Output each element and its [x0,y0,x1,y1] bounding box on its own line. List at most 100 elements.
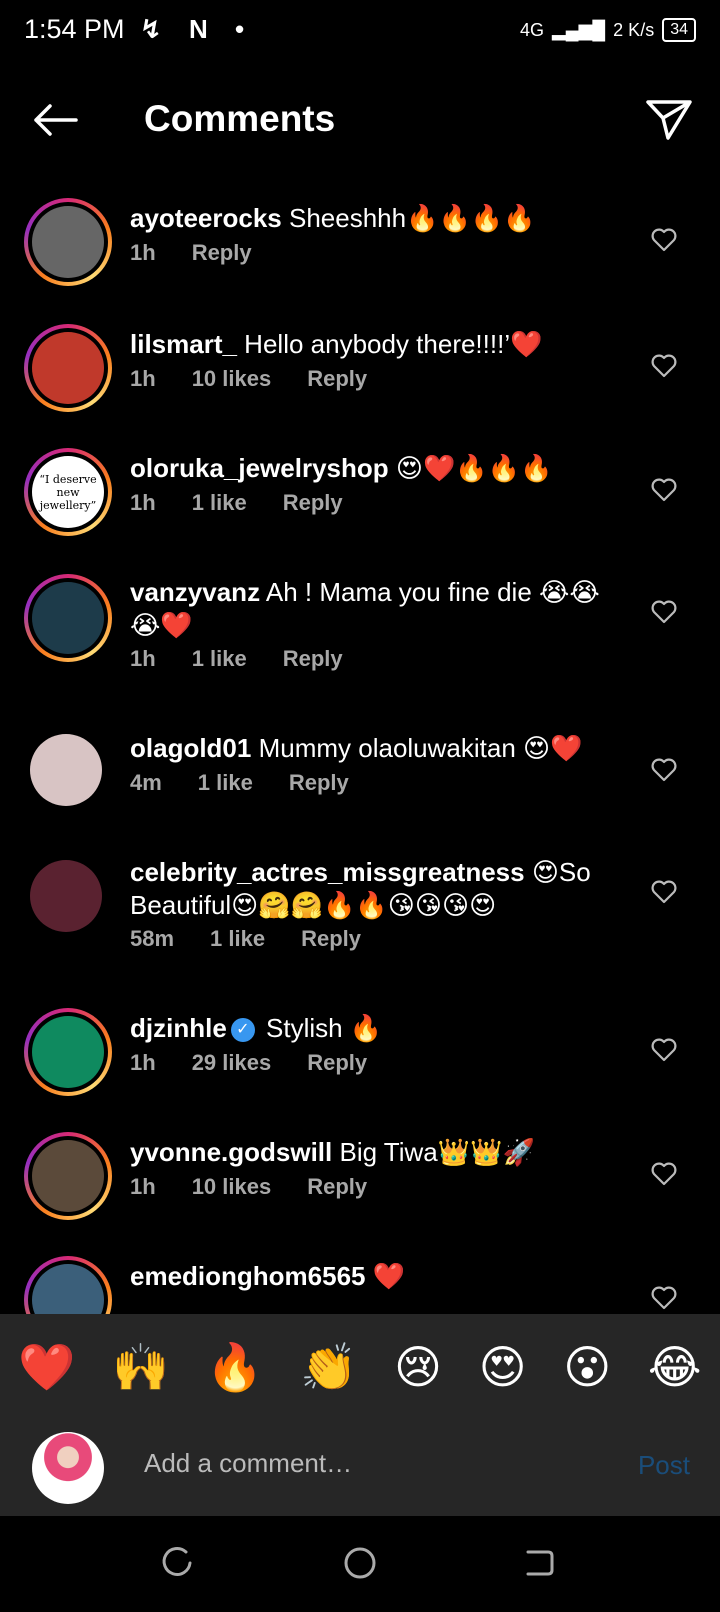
heart-icon[interactable] [650,1284,678,1312]
recents-icon[interactable] [160,1546,194,1580]
reply-button[interactable]: Reply [307,1174,367,1199]
comment-likes[interactable]: 29 likes [192,1050,272,1075]
comment-likes[interactable]: 10 likes [192,366,272,391]
reaction-emoji-button[interactable]: 🙌 [112,1340,169,1395]
comment-item: lilsmart_ Hello anybody there!!!!’❤️ 1h 10… [0,310,720,434]
comment-username[interactable]: djzinhle [130,1013,227,1043]
heart-icon[interactable] [650,1036,678,1064]
comment-item: “I deserve new jewellery” oloruka_jewelry… [0,434,720,558]
comment-text: vanzyvanz Ah ! Mama you fine die 😭😭😭❤️ [130,576,630,642]
comment-text: oloruka_jewelryshop 😍❤️🔥🔥🔥 [130,452,630,485]
back-arrow-icon[interactable] [30,100,80,140]
header: Comments [0,78,720,158]
comment-text: celebrity_actres_missgreatness 😍So Beaut… [130,856,630,922]
page-title: Comments [144,98,336,139]
heart-icon[interactable] [650,598,678,626]
comment-input[interactable]: Add a comment… [144,1448,352,1479]
comment-text: lilsmart_ Hello anybody there!!!!’❤️ [130,328,630,361]
comment-username[interactable]: vanzyvanz [130,577,260,607]
reply-button[interactable]: Reply [283,646,343,671]
comment-username[interactable]: ayoteerocks [130,203,282,233]
quick-reactions: ❤️ 🙌 🔥 👏 😢 😍 😮 😂 [0,1314,720,1420]
my-avatar [32,1432,104,1504]
avatar[interactable] [30,860,102,932]
comment-body: Big Tiwa👑👑🚀 [332,1137,535,1167]
comment-username[interactable]: celebrity_actres_missgreatness [130,857,525,887]
reaction-emoji-button[interactable]: ❤️ [18,1340,75,1395]
reply-button[interactable]: Reply [283,490,343,515]
comment-meta: 1h 1 like Reply [130,490,379,516]
comment-likes[interactable]: 1 like [210,926,265,951]
avatar[interactable] [24,198,112,286]
status-bar: 1:54 PM ↯ N • 4G ▂▄▆█ 2 K/s 34 [0,0,720,64]
comment-likes[interactable]: 1 like [198,770,253,795]
reply-button[interactable]: Reply [307,1050,367,1075]
nav-back-icon[interactable] [522,1546,556,1580]
avatar[interactable] [24,1132,112,1220]
reaction-emoji-button[interactable]: 😂 [648,1340,702,1394]
heart-icon[interactable] [650,1160,678,1188]
comment-time: 4m [130,770,162,795]
status-notification-icons: ↯ N • [140,14,255,44]
comment-time: 1h [130,646,156,671]
comment-body: Stylish 🔥 [258,1013,383,1043]
comment-time: 1h [130,366,156,391]
reaction-emoji-button[interactable]: 🔥 [206,1340,263,1395]
reply-button[interactable]: Reply [192,240,252,265]
heart-icon[interactable] [650,476,678,504]
reaction-emoji-button[interactable]: 👏 [300,1340,357,1395]
post-button[interactable]: Post [638,1450,690,1481]
comment-list[interactable]: ayoteerocks Sheeshhh🔥🔥🔥🔥 1h Reply lilsmart_… [0,184,720,1314]
avatar[interactable] [30,734,102,806]
comment-time: 1h [130,1174,156,1199]
heart-icon[interactable] [650,756,678,784]
comment-likes[interactable]: 1 like [192,646,247,671]
reaction-emoji-button[interactable]: 😢 [394,1340,442,1394]
comment-composer: Add a comment… Post [0,1420,720,1516]
comment-time: 58m [130,926,175,951]
heart-icon[interactable] [650,226,678,254]
comment-username[interactable]: olagold01 [130,733,251,763]
avatar[interactable] [24,1256,112,1314]
comment-item: vanzyvanz Ah ! Mama you fine die 😭😭😭❤️ 1h… [0,558,720,714]
comment-meta: 1h 29 likes Reply [130,1050,403,1076]
send-icon[interactable] [644,96,694,142]
reaction-emoji-button[interactable]: 😍 [479,1340,527,1394]
avatar[interactable] [24,324,112,412]
heart-icon[interactable] [650,878,678,906]
reaction-emoji-button[interactable]: 😮 [563,1340,611,1394]
reply-button[interactable]: Reply [289,770,349,795]
comment-likes[interactable]: 10 likes [192,1174,272,1199]
avatar[interactable] [24,574,112,662]
comment-item: celebrity_actres_missgreatness 😍So Beaut… [0,838,720,994]
heart-icon[interactable] [650,352,678,380]
comment-item: djzinhle ✓ Stylish 🔥 1h 29 likes Reply [0,994,720,1118]
comment-meta: 1h 1 like Reply [130,646,379,672]
comment-body: Hello anybody there!!!!’❤️ [236,329,543,359]
comment-meta: 4m 1 like Reply [130,770,385,796]
signal-icon: ▂▄▆█ [551,19,606,40]
comment-meta: 1h Reply [130,240,288,266]
comment-username[interactable]: emedionghom6565 [130,1261,366,1291]
status-time: 1:54 PM [24,14,125,44]
comment-text: yvonne.godswill Big Tiwa👑👑🚀 [130,1136,630,1169]
home-icon[interactable] [343,1546,377,1580]
comment-time: 1h [130,240,156,265]
avatar[interactable]: “I deserve new jewellery” [24,448,112,536]
avatar[interactable] [24,1008,112,1096]
data-speed: 2 K/s [613,19,655,40]
comment-likes[interactable]: 1 like [192,490,247,515]
reply-button[interactable]: Reply [307,366,367,391]
comment-body: 😍❤️🔥🔥🔥 [388,453,553,483]
comment-username[interactable]: oloruka_jewelryshop [130,453,389,483]
comment-meta: 1h 10 likes Reply [130,1174,403,1200]
comment-time: 1h [130,1050,156,1075]
reply-button[interactable]: Reply [301,926,361,951]
verified-badge-icon: ✓ [230,1018,255,1043]
comment-username[interactable]: lilsmart_ [130,329,237,359]
comment-username[interactable]: yvonne.godswill [130,1137,332,1167]
comment-item: emedionghom6565 ❤️ [0,1242,720,1314]
comment-body: Sheeshhh🔥🔥🔥🔥 [281,203,536,233]
comment-text: olagold01 Mummy olaoluwakitan 😍❤️ [130,732,630,765]
comment-item: yvonne.godswill Big Tiwa👑👑🚀 1h 10 likes Rep… [0,1118,720,1242]
